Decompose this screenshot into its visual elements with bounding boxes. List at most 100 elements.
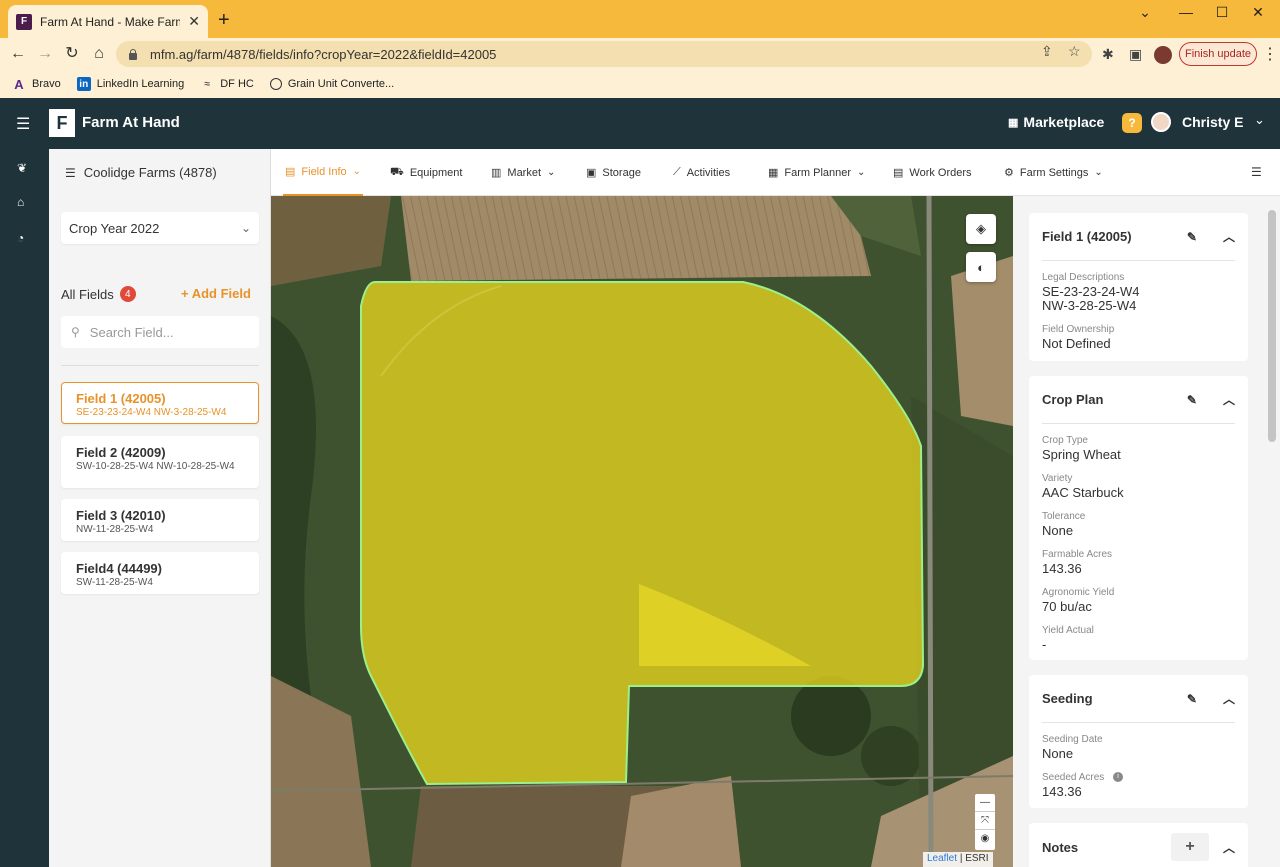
add-field-button[interactable]: + Add Field bbox=[181, 286, 251, 301]
finish-update-button[interactable]: Finish update bbox=[1179, 42, 1257, 66]
grain-converter-icon bbox=[269, 78, 282, 90]
tab-equipment[interactable]: ⛟ Equipment bbox=[390, 149, 462, 196]
tab-farm-settings[interactable]: ⚙ Farm Settings ⌄ bbox=[1004, 149, 1103, 196]
browser-profile-avatar[interactable] bbox=[1154, 46, 1172, 64]
search-field-input[interactable] bbox=[89, 324, 240, 340]
crop-icon[interactable]: ❦ bbox=[17, 161, 27, 175]
activity-icon: ⟋ bbox=[673, 166, 681, 178]
field-detail-header: Field 1 (42005) ✎ ︿ bbox=[1042, 213, 1235, 261]
user-avatar[interactable] bbox=[1151, 112, 1171, 132]
esri-label: ESRI bbox=[965, 853, 989, 864]
farm-at-hand-logo[interactable]: F bbox=[49, 109, 75, 137]
menu-toggle-icon[interactable]: ☰ bbox=[16, 114, 30, 134]
side-panel-icon[interactable]: ▣ bbox=[1129, 46, 1142, 63]
edit-icon[interactable]: ✎ bbox=[1187, 393, 1197, 407]
tab-title: Farm At Hand - Make Farm Man bbox=[40, 14, 180, 29]
edit-icon[interactable]: ✎ bbox=[1187, 230, 1197, 244]
fields-panel: ☰ Coolidge Farms (4878) Crop Year 2022 ⌄… bbox=[49, 149, 271, 867]
gauge-icon[interactable]: ◔ bbox=[17, 231, 24, 245]
reload-icon[interactable]: ↻ bbox=[62, 44, 82, 64]
linkedin-icon: in bbox=[76, 77, 91, 91]
bravo-icon: A bbox=[14, 76, 24, 92]
field-card-4[interactable]: Field4 (44499) SW-11-28-25-W4 bbox=[61, 552, 259, 594]
bookmark-star-icon[interactable]: ☆ bbox=[1068, 43, 1081, 60]
all-fields-label: All Fields 4 bbox=[61, 286, 136, 302]
extensions-icon[interactable]: ✱ bbox=[1102, 46, 1114, 63]
bookmark-df-hc[interactable]: ≈ DF HC bbox=[200, 77, 253, 91]
user-menu-chevron-icon[interactable]: ⌄ bbox=[1254, 112, 1265, 128]
notes-card: Notes + ︿ bbox=[1029, 823, 1248, 867]
farm-home-icon[interactable]: ⌂ bbox=[17, 195, 24, 209]
chevron-up-icon[interactable]: ︿ bbox=[1223, 228, 1235, 245]
tab-storage[interactable]: ▣ Storage bbox=[586, 149, 641, 196]
chevron-down-icon: ⌄ bbox=[240, 221, 251, 235]
bookmark-linkedin-learning[interactable]: in LinkedIn Learning bbox=[76, 77, 184, 91]
window-close-icon[interactable]: ✕ bbox=[1243, 4, 1273, 21]
edit-icon[interactable]: ✎ bbox=[1187, 692, 1197, 706]
map-imagery bbox=[271, 196, 1013, 867]
field-info-panel: Field 1 (42005) ✎ ︿ Legal Descriptions S… bbox=[1013, 196, 1280, 867]
df-hc-icon: ≈ bbox=[204, 78, 210, 90]
browser-tab-bar: F Farm At Hand - Make Farm Man ✕ + ⌄ — ☐… bbox=[0, 0, 1280, 38]
gear-icon: ⚙ bbox=[1004, 167, 1014, 179]
field-card-2[interactable]: Field 2 (42009) SW-10-28-25-W4 NW-10-28-… bbox=[61, 436, 259, 488]
panel-toggle-icon[interactable]: ☰ bbox=[1251, 165, 1262, 179]
forward-icon[interactable]: → bbox=[35, 44, 55, 64]
farm-favicon-icon: F bbox=[16, 13, 32, 30]
chevron-up-icon[interactable]: ︿ bbox=[1223, 839, 1235, 856]
tab-field-info[interactable]: ▤ Field Info ⌄ bbox=[283, 149, 364, 196]
browser-menu-icon[interactable]: ⋮ bbox=[1262, 44, 1278, 64]
minimize-icon[interactable]: — bbox=[1171, 4, 1201, 20]
maximize-icon[interactable]: ☐ bbox=[1207, 4, 1237, 21]
chevron-down-icon: ⌄ bbox=[857, 167, 866, 178]
bar-chart-icon: ▥ bbox=[491, 167, 502, 179]
fullscreen-icon[interactable]: ⤧ bbox=[975, 812, 995, 830]
tab-close-icon[interactable]: ✕ bbox=[188, 13, 200, 30]
lock-icon bbox=[128, 48, 138, 60]
back-icon[interactable]: ← bbox=[8, 44, 28, 64]
field-count-badge: 4 bbox=[119, 286, 136, 302]
brand-name: Farm At Hand bbox=[82, 114, 180, 131]
crop-year-select[interactable]: Crop Year 2022 ⌄ bbox=[61, 212, 259, 244]
zoom-out-icon[interactable]: — bbox=[975, 794, 995, 812]
tab-market[interactable]: ▥ Market ⌄ bbox=[491, 149, 555, 196]
home-icon[interactable]: ⌂ bbox=[89, 44, 109, 64]
add-note-button[interactable]: + bbox=[1170, 833, 1209, 861]
contrast-icon[interactable]: ◐ bbox=[966, 252, 996, 282]
farm-title[interactable]: ☰ Coolidge Farms (4878) bbox=[65, 165, 217, 180]
browser-tab[interactable]: F Farm At Hand - Make Farm Man ✕ bbox=[8, 5, 208, 38]
user-name[interactable]: Christy E bbox=[1182, 114, 1243, 130]
field-info-icon: ▤ bbox=[285, 166, 296, 178]
field-card-1[interactable]: Field 1 (42005) SE-23-23-24-W4 NW-3-28-2… bbox=[61, 382, 259, 424]
url-text: mfm.ag/farm/4878/fields/info?cropYear=20… bbox=[150, 46, 497, 62]
bookmark-grain-unit-converter[interactable]: Grain Unit Converte... bbox=[269, 78, 394, 90]
satellite-map[interactable]: ◈ ◐ — ⤧ ◉ Leaflet | ESRI bbox=[271, 196, 1013, 867]
field-detail-card: Field 1 (42005) ✎ ︿ Legal Descriptions S… bbox=[1029, 213, 1248, 361]
top-nav: ▤ Field Info ⌄ ⛟ Equipment ▥ Market ⌄ ▣ … bbox=[271, 149, 1280, 196]
chevron-down-icon[interactable]: ⌄ bbox=[1130, 4, 1160, 21]
field-card-3[interactable]: Field 3 (42010) NW-11-28-25-W4 bbox=[61, 499, 259, 541]
share-icon[interactable]: ⇪ bbox=[1041, 43, 1053, 60]
chevron-up-icon[interactable]: ︿ bbox=[1223, 391, 1235, 408]
search-icon: ⚲ bbox=[71, 325, 80, 339]
bookmark-bravo[interactable]: A Bravo bbox=[12, 76, 60, 92]
tab-activities[interactable]: ⟋ Activities bbox=[673, 149, 730, 196]
locate-icon[interactable]: ◉ bbox=[975, 830, 995, 848]
url-bar[interactable]: mfm.ag/farm/4878/fields/info?cropYear=20… bbox=[116, 41, 1092, 67]
crop-plan-card: Crop Plan ✎ ︿ Crop Type Spring Wheat Var… bbox=[1029, 376, 1248, 660]
info-icon[interactable]: i bbox=[1113, 772, 1124, 783]
leaflet-link[interactable]: Leaflet bbox=[927, 853, 957, 864]
bookmarks-bar: A Bravo in LinkedIn Learning ≈ DF HC Gra… bbox=[0, 70, 1280, 98]
tab-farm-planner[interactable]: ▦ Farm Planner ⌄ bbox=[768, 149, 865, 196]
help-icon[interactable]: ? bbox=[1122, 113, 1142, 133]
notes-header: Notes + ︿ bbox=[1042, 823, 1235, 867]
marketplace-link[interactable]: ▦ Marketplace bbox=[1008, 114, 1104, 130]
new-tab-icon[interactable]: + bbox=[218, 10, 230, 30]
chevron-up-icon[interactable]: ︿ bbox=[1223, 690, 1235, 707]
layers-icon[interactable]: ◈ bbox=[966, 214, 996, 244]
tab-work-orders[interactable]: ▤ Work Orders bbox=[893, 149, 972, 196]
store-icon: ▦ bbox=[1008, 116, 1019, 129]
search-field-box[interactable]: ⚲ bbox=[61, 316, 259, 348]
seeding-header: Seeding ✎ ︿ bbox=[1042, 675, 1235, 723]
info-panel-scrollbar[interactable] bbox=[1268, 210, 1276, 442]
